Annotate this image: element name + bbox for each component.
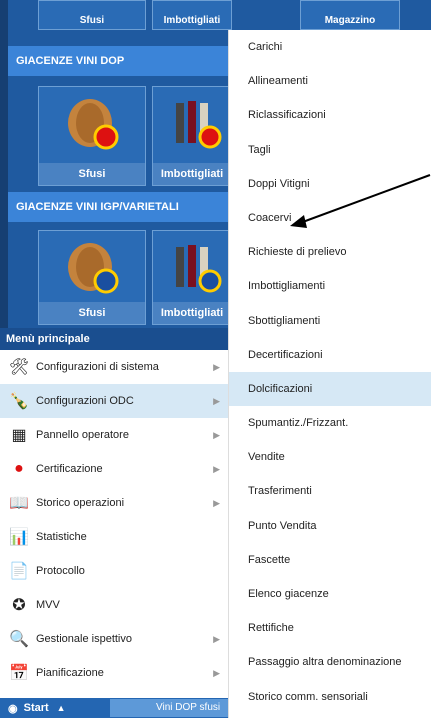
menu-item-label: MVV [36,599,60,611]
tile-igp-imbottigliati[interactable]: Imbottigliati [152,230,232,325]
tile-dop-imbottigliati[interactable]: Imbottigliati [152,86,232,186]
submenu-item-richieste-prelievo[interactable]: Richieste di prelievo [229,235,431,269]
submenu-item-riclassificazioni[interactable]: Riclassificazioni [229,98,431,132]
menu-item-label: Certificazione [36,463,103,475]
barrel-icon [68,99,119,150]
globe-icon: ◉ [8,702,18,715]
menu-item-mvv[interactable]: ✪ MVV [0,588,228,622]
tile-label: Sfusi [39,163,145,185]
taskbar: ◉ Start ▲ Vini DOP sfusi [0,698,228,718]
caret-up-icon: ▲ [56,703,66,713]
submenu-item-dolcificazioni[interactable]: Dolcificazioni [229,371,431,407]
bottle-icon: 🍾 [9,393,29,410]
document-icon: 📄 [9,563,29,580]
start-button[interactable]: ◉ Start ▲ [0,698,100,718]
tile-label: Imbottigliati [153,163,231,185]
main-menu: 🛠 Configurazioni di sistema ▶ 🍾 Configur… [0,350,229,690]
bottles-icon [176,245,222,293]
menu-item-label: Configurazioni ODC [36,395,134,407]
submenu-item-passaggio-denominazione[interactable]: Passaggio altra denominazione [229,645,431,679]
submenu-item-doppi-vitigni[interactable]: Doppi Vitigni [229,167,431,201]
submenu-item-imbottigliamenti[interactable]: Imbottigliamenti [229,269,431,303]
submenu-item-sbottigliamenti[interactable]: Sbottigliamenti [229,304,431,338]
chart-icon: 📊 [9,529,29,546]
menu-item-storico-operazioni[interactable]: 📖 Storico operazioni ▶ [0,486,228,520]
tab-imbottigliati[interactable]: Imbottigliati [152,0,232,30]
submenu-item-decertificazioni[interactable]: Decertificazioni [229,338,431,372]
submenu-item-tagli[interactable]: Tagli [229,133,431,167]
menu-item-certificazione[interactable]: ● Certificazione ▶ [0,452,228,486]
menu-item-statistiche[interactable]: 📊 Statistiche [0,520,228,554]
menu-item-configurazioni-odc[interactable]: 🍾 Configurazioni ODC ▶ [0,384,228,418]
left-strip [0,0,8,330]
submenu-item-spumantizzazioni[interactable]: Spumantiz./Frizzant. [229,406,431,440]
submenu-item-fascette[interactable]: Fascette [229,543,431,577]
tab-sfusi[interactable]: Sfusi [38,0,146,30]
chevron-right-icon: ▶ [213,429,220,440]
chevron-right-icon: ▶ [213,633,220,644]
bottles-icon [176,101,222,149]
tools-icon: 🛠 [8,359,30,376]
submenu-item-coacervi[interactable]: Coacervi [229,201,431,235]
start-label: Start [23,702,49,714]
section-header-dop: GIACENZE VINI DOP [8,46,235,76]
emblem-icon: ✪ [12,597,26,614]
chevron-right-icon: ▶ [213,667,220,678]
menu-item-label: Pianificazione [36,667,104,679]
panel-icon: ▦ [11,427,27,444]
menu-item-label: Configurazioni di sistema [36,361,159,373]
menu-item-label: Protocollo [36,565,85,577]
submenu-item-allineamenti[interactable]: Allineamenti [229,64,431,98]
tile-label: Sfusi [39,302,145,324]
section-header-igp: GIACENZE VINI IGP/VARIETALI [8,192,235,222]
submenu-configurazioni-odc: Carichi Allineamenti Riclassificazioni T… [228,30,431,718]
submenu-item-storico-sensoriali[interactable]: Storico comm. sensoriali [229,680,431,714]
submenu-item-vendite[interactable]: Vendite [229,440,431,474]
menu-item-pianificazione[interactable]: 📅 Pianificazione ▶ [0,656,228,690]
barrel-icon [68,243,119,294]
submenu-item-punto-vendita[interactable]: Punto Vendita [229,509,431,543]
tab-magazzino[interactable]: Magazzino [300,0,400,30]
menu-item-label: Pannello operatore [36,429,129,441]
submenu-item-carichi[interactable]: Carichi [229,30,431,64]
calendar-icon: 📅 [9,665,29,682]
main-menu-header: Menù principale [0,328,235,350]
tile-dop-sfusi[interactable]: Sfusi [38,86,146,186]
menu-item-protocollo[interactable]: 📄 Protocollo [0,554,228,588]
menu-item-label: Storico operazioni [36,497,125,509]
inspector-icon: 🔍 [9,631,29,648]
chevron-right-icon: ▶ [213,361,220,372]
submenu-item-elenco-giacenze[interactable]: Elenco giacenze [229,577,431,611]
ribbon-icon: ● [14,460,24,477]
taskbar-item-vini-dop[interactable]: Vini DOP sfusi [110,699,228,717]
book-icon: 📖 [9,495,29,512]
chevron-right-icon: ▶ [213,497,220,508]
chevron-right-icon: ▶ [213,395,220,406]
menu-item-label: Statistiche [36,531,87,543]
tile-igp-sfusi[interactable]: Sfusi [38,230,146,325]
chevron-right-icon: ▶ [213,463,220,474]
menu-item-pannello-operatore[interactable]: ▦ Pannello operatore ▶ [0,418,228,452]
submenu-item-rettifiche[interactable]: Rettifiche [229,611,431,645]
menu-item-gestionale-ispettivo[interactable]: 🔍 Gestionale ispettivo ▶ [0,622,228,656]
menu-item-configurazioni-sistema[interactable]: 🛠 Configurazioni di sistema ▶ [0,350,228,384]
submenu-item-trasferimenti[interactable]: Trasferimenti [229,474,431,508]
menu-item-label: Gestionale ispettivo [36,633,132,645]
tile-label: Imbottigliati [153,302,231,324]
